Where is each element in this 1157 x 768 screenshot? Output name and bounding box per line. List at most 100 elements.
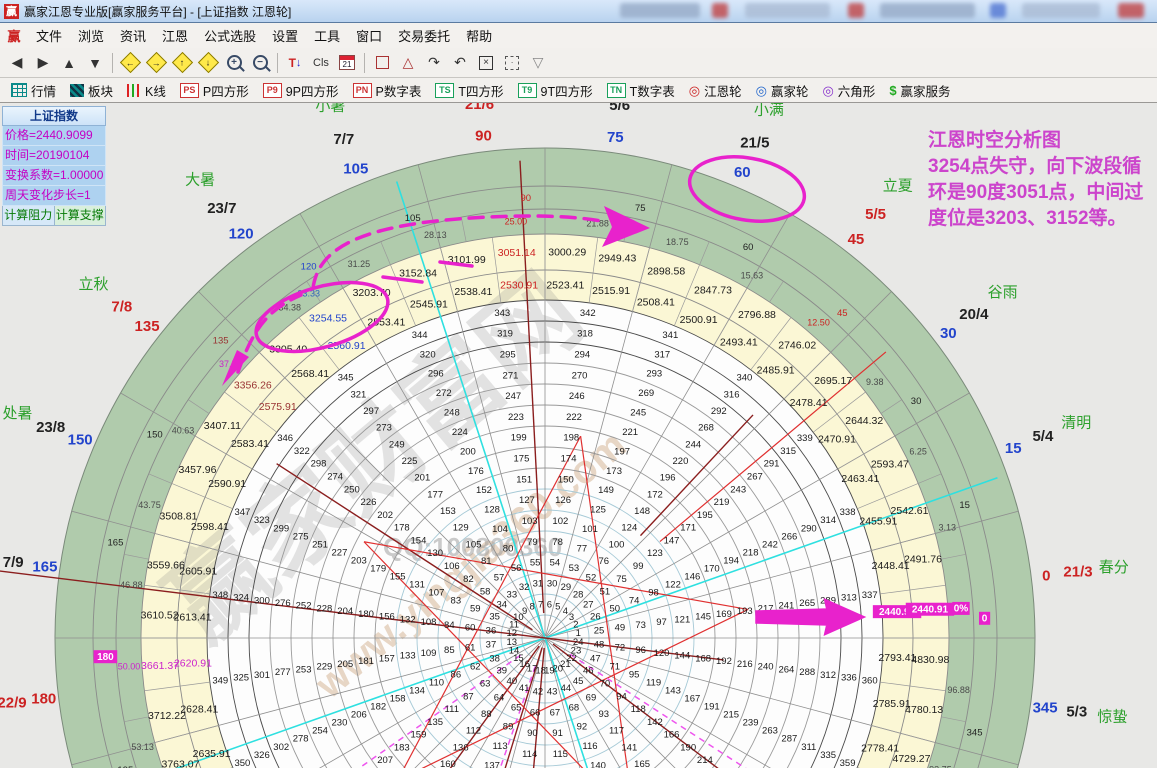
svg-text:271: 271: [503, 370, 519, 381]
svg-text:202: 202: [377, 510, 393, 521]
svg-text:75: 75: [607, 129, 624, 146]
nav-up-icon[interactable]: ▲: [56, 51, 82, 75]
svg-text:141: 141: [621, 742, 637, 753]
svg-text:2508.41: 2508.41: [637, 297, 675, 309]
svg-text:147: 147: [664, 535, 680, 546]
svg-text:156: 156: [379, 612, 395, 623]
svg-text:229: 229: [316, 662, 332, 673]
tab-t-square[interactable]: TST四方形: [428, 80, 510, 100]
zoom-out-icon[interactable]: −: [247, 51, 273, 75]
square-tool-icon[interactable]: [369, 51, 395, 75]
svg-text:128: 128: [484, 505, 500, 516]
svg-text:277: 277: [275, 667, 291, 678]
rotate-ccw-icon[interactable]: ↶: [447, 51, 473, 75]
svg-text:159: 159: [411, 730, 427, 741]
svg-text:81: 81: [481, 556, 492, 567]
tab-winner-service[interactable]: $赢家服务: [882, 80, 957, 100]
menu-设置[interactable]: 设置: [264, 23, 306, 48]
svg-text:86: 86: [451, 669, 462, 680]
calc-resistance-button[interactable]: 计算阻力: [2, 206, 55, 226]
menu-交易委托[interactable]: 交易委托: [390, 23, 458, 48]
menu-江恩[interactable]: 江恩: [154, 23, 196, 48]
svg-text:30: 30: [940, 325, 957, 342]
coefficient-row: 变换系数=1.00000: [2, 166, 106, 186]
triangle-tool-icon[interactable]: △: [395, 51, 421, 75]
tab-gann-wheel-label: 江恩轮: [704, 81, 742, 100]
pan-up-icon[interactable]: ↑: [169, 51, 195, 75]
svg-text:148: 148: [634, 506, 650, 517]
svg-text:264: 264: [778, 664, 794, 675]
rotate-cw-icon[interactable]: ↷: [421, 51, 447, 75]
tab-sectors[interactable]: 板块: [63, 80, 120, 100]
annotation-line: 度位是3203、3152等。: [928, 206, 1157, 232]
menu-浏览[interactable]: 浏览: [70, 23, 112, 48]
clear-icon[interactable]: ▽: [525, 51, 551, 75]
svg-text:168: 168: [695, 653, 711, 664]
calendar-icon[interactable]: 21: [334, 51, 360, 75]
pan-down-icon[interactable]: ↓: [195, 51, 221, 75]
nav-down-icon[interactable]: ▼: [82, 51, 108, 75]
menu-公式选股[interactable]: 公式选股: [196, 23, 264, 48]
nav-back-icon[interactable]: ◀: [4, 51, 30, 75]
svg-text:79: 79: [527, 537, 538, 548]
pan-right-icon[interactable]: →: [143, 51, 169, 75]
svg-text:173: 173: [606, 466, 622, 477]
menu-工具[interactable]: 工具: [306, 23, 348, 48]
menu-文件[interactable]: 文件: [28, 23, 70, 48]
svg-text:60: 60: [743, 242, 754, 253]
svg-text:40: 40: [507, 676, 518, 687]
zoom-in-icon[interactable]: +: [221, 51, 247, 75]
maximize-icon[interactable]: ×: [473, 51, 499, 75]
svg-text:3559.66: 3559.66: [147, 559, 185, 571]
svg-text:276: 276: [275, 598, 291, 609]
svg-text:122: 122: [665, 580, 681, 591]
svg-text:325: 325: [233, 673, 249, 684]
fit-icon[interactable]: ∙: [499, 51, 525, 75]
tab-t-table[interactable]: TNT数字表: [600, 80, 682, 100]
svg-text:118: 118: [631, 704, 646, 715]
tab-9p-square[interactable]: P99P四方形: [256, 80, 346, 100]
t-down-icon[interactable]: T↓: [282, 51, 308, 75]
tab-winner-wheel[interactable]: ◎赢家轮: [749, 80, 816, 100]
tab-9t-square[interactable]: T99T四方形: [511, 80, 600, 100]
svg-text:立夏: 立夏: [883, 177, 913, 194]
svg-text:324: 324: [233, 593, 249, 604]
nav-forward-icon[interactable]: ▶: [30, 51, 56, 75]
svg-text:191: 191: [704, 702, 720, 713]
svg-text:269: 269: [638, 388, 654, 399]
annotation-line: 江恩时空分析图: [928, 128, 1157, 154]
svg-text:360: 360: [862, 675, 878, 686]
svg-text:6.25: 6.25: [909, 446, 927, 456]
svg-text:66: 66: [530, 707, 541, 718]
svg-text:181: 181: [358, 656, 374, 667]
svg-text:46: 46: [583, 666, 594, 677]
tab-quotes[interactable]: 行情: [4, 80, 63, 100]
svg-text:12.50: 12.50: [807, 318, 830, 328]
svg-text:56: 56: [511, 563, 522, 574]
svg-text:174: 174: [561, 454, 577, 465]
tab-p-table[interactable]: PNP数字表: [346, 80, 429, 100]
svg-text:96: 96: [635, 645, 646, 656]
svg-text:263: 263: [762, 726, 778, 737]
svg-text:100: 100: [609, 539, 625, 550]
svg-text:317: 317: [654, 349, 670, 360]
pan-left-icon[interactable]: ←: [117, 51, 143, 75]
cls-button[interactable]: Cls: [308, 51, 334, 75]
svg-text:30: 30: [547, 578, 558, 589]
tab-gann-wheel[interactable]: ◎江恩轮: [682, 80, 749, 100]
svg-text:84: 84: [444, 620, 455, 631]
calc-support-button[interactable]: 计算支撑: [55, 206, 107, 226]
menu-帮助[interactable]: 帮助: [458, 23, 500, 48]
tab-p-square[interactable]: PSP四方形: [173, 80, 256, 100]
tab-hexagon[interactable]: ◎六角形: [815, 80, 882, 100]
menu-资讯[interactable]: 资讯: [112, 23, 154, 48]
tab-t-square-icon: TS: [435, 83, 454, 98]
chart-area: 赢家财富网www.yingjia360.comQQ:10080036012345…: [0, 103, 1157, 768]
menu-窗口[interactable]: 窗口: [348, 23, 390, 48]
svg-text:133: 133: [400, 651, 416, 662]
svg-text:小满: 小满: [754, 103, 784, 119]
svg-text:337: 337: [862, 590, 878, 601]
svg-text:2575.91: 2575.91: [259, 401, 297, 413]
svg-text:252: 252: [296, 601, 312, 612]
tab-kline[interactable]: K线: [120, 80, 173, 100]
